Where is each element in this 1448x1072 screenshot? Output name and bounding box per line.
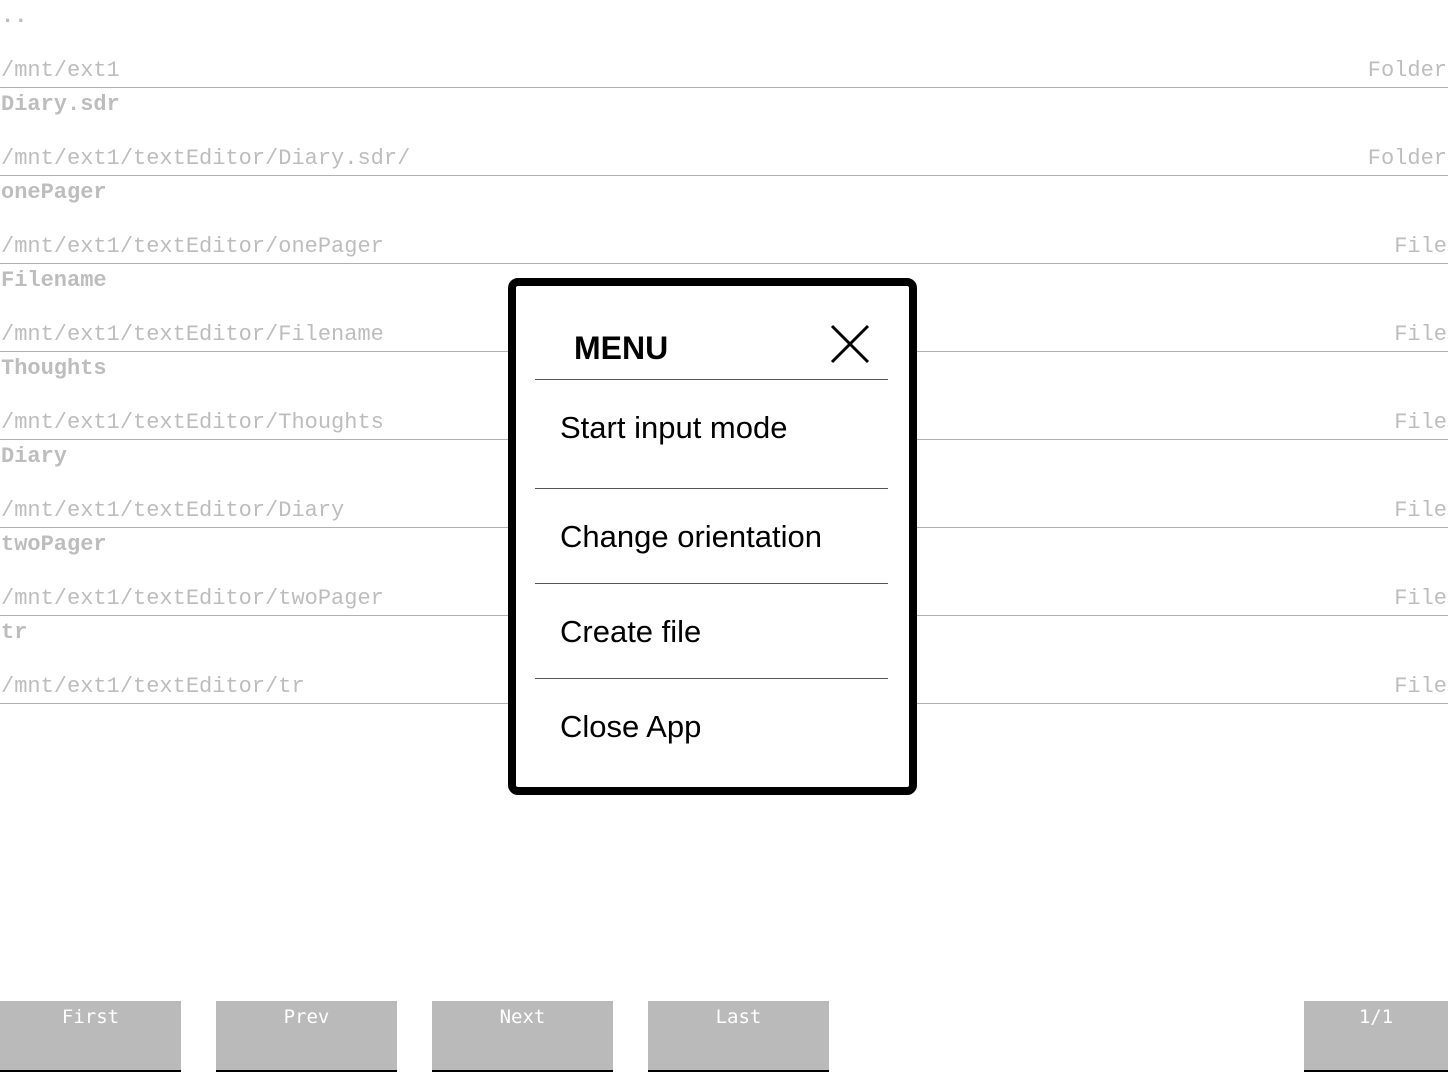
last-page-button[interactable]: Last xyxy=(648,1001,829,1072)
entry-name: Thoughts xyxy=(1,356,107,381)
entry-path: /mnt/ext1/textEditor/onePager xyxy=(1,234,384,259)
prev-page-button[interactable]: Prev xyxy=(216,1001,397,1072)
file-entry[interactable]: onePager /mnt/ext1/textEditor/onePager F… xyxy=(0,176,1448,264)
menu-item-close-app[interactable]: Close App xyxy=(535,678,888,773)
file-entry[interactable]: .. /mnt/ext1 Folder xyxy=(0,0,1448,88)
entry-type: File xyxy=(1394,234,1447,259)
entry-path: /mnt/ext1/textEditor/Diary.sdr/ xyxy=(1,146,411,171)
file-entry[interactable]: Diary.sdr /mnt/ext1/textEditor/Diary.sdr… xyxy=(0,88,1448,176)
entry-path: /mnt/ext1/textEditor/tr xyxy=(1,674,305,699)
menu-item-start-input-mode[interactable]: Start input mode xyxy=(535,379,888,474)
entry-name: .. xyxy=(1,4,28,29)
entry-type: File xyxy=(1394,674,1447,699)
close-icon[interactable] xyxy=(830,324,870,364)
first-page-button[interactable]: First xyxy=(0,1001,181,1072)
entry-name: onePager xyxy=(1,180,107,205)
page-indicator: 1/1 xyxy=(1304,1001,1448,1072)
entry-path: /mnt/ext1/textEditor/Diary xyxy=(1,498,345,523)
entry-type: Folder xyxy=(1367,146,1447,171)
entry-type: File xyxy=(1394,586,1447,611)
entry-path: /mnt/ext1/textEditor/Thoughts xyxy=(1,410,384,435)
entry-name: Diary xyxy=(1,444,68,469)
entry-name: Filename xyxy=(1,268,107,293)
next-page-button[interactable]: Next xyxy=(432,1001,613,1072)
entry-path: /mnt/ext1/textEditor/twoPager xyxy=(1,586,384,611)
entry-name: Diary.sdr xyxy=(1,92,120,117)
entry-path: /mnt/ext1/textEditor/Filename xyxy=(1,322,384,347)
entry-type: File xyxy=(1394,322,1447,347)
entry-name: tr xyxy=(1,620,28,645)
menu-title: MENU xyxy=(574,330,669,366)
menu-dialog: MENU Start input mode Change orientation… xyxy=(508,278,917,795)
entry-type: File xyxy=(1394,410,1447,435)
entry-type: File xyxy=(1394,498,1447,523)
entry-path: /mnt/ext1 xyxy=(1,58,120,83)
menu-item-create-file[interactable]: Create file xyxy=(535,583,888,678)
menu-item-change-orientation[interactable]: Change orientation xyxy=(535,488,888,583)
entry-name: twoPager xyxy=(1,532,107,557)
entry-type: Folder xyxy=(1367,58,1447,83)
